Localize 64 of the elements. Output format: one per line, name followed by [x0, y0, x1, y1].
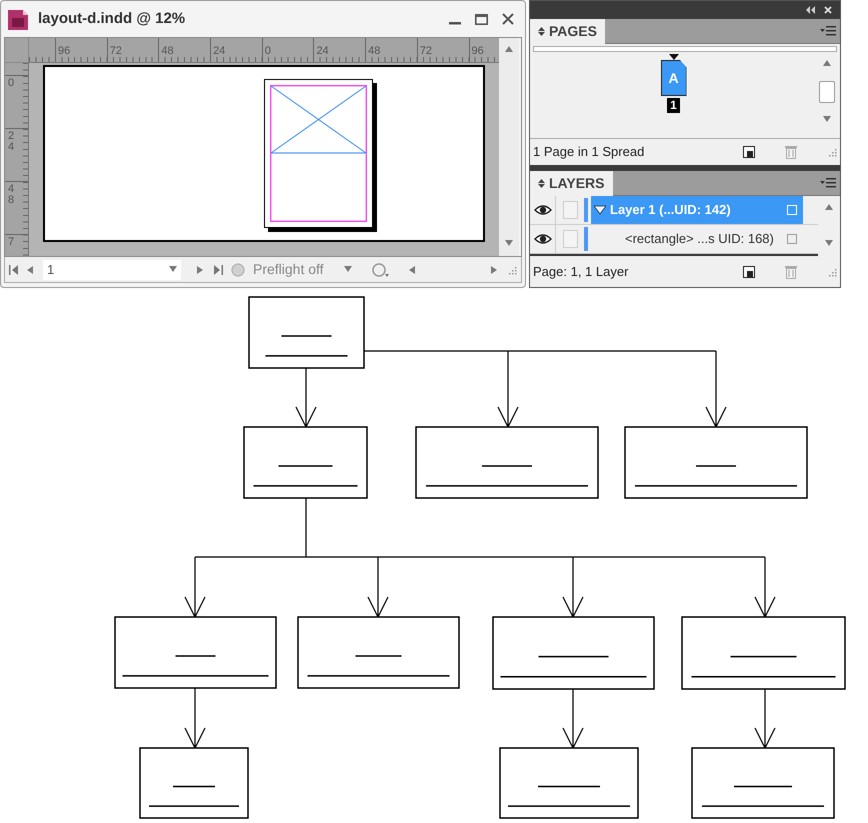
collapse-arrows-icon	[538, 27, 545, 36]
window-title: layout-d.indd @ 12%	[38, 8, 186, 29]
lock-toggle[interactable]	[562, 230, 578, 248]
pages-status: 1 Page in 1 Spread	[533, 143, 644, 162]
layer-color-strip	[584, 198, 588, 222]
next-page-icon[interactable]	[197, 266, 205, 274]
scroll-left-icon[interactable]	[409, 266, 417, 274]
layer-color-strip	[584, 227, 588, 251]
scroll-up-icon[interactable]	[823, 60, 831, 68]
ruler-label: 24	[316, 45, 329, 57]
close-icon[interactable]	[502, 13, 514, 25]
layers-status: Page: 1, 1 Layer	[533, 262, 628, 281]
ruler-label: 96	[58, 45, 70, 57]
first-page-icon[interactable]	[9, 264, 19, 274]
resize-grip-icon[interactable]	[827, 266, 837, 276]
maximize-icon[interactable]	[475, 14, 488, 24]
horizontal-scrollbar[interactable]	[409, 266, 499, 274]
previous-page-icon[interactable]	[27, 266, 35, 274]
scroll-thumb[interactable]	[819, 81, 835, 103]
dropdown-caret-icon[interactable]	[169, 266, 177, 274]
ruler-label: 72	[110, 45, 122, 57]
layer-name: Layer 1 (...UID: 142)	[610, 201, 731, 220]
panel-tab[interactable]: LAYERS	[530, 171, 613, 196]
panel-menu-icon[interactable]	[820, 26, 836, 36]
layer-name: <rectangle> ...s UID: 168)	[625, 230, 774, 248]
ruler-label: 24	[8, 129, 14, 153]
scroll-down-icon[interactable]	[505, 240, 513, 248]
new-page-icon[interactable]	[743, 266, 755, 278]
target-square-icon[interactable]	[787, 234, 797, 244]
ruler-label: 24	[213, 45, 226, 57]
ruler-label: 48	[368, 45, 380, 57]
lock-toggle[interactable]	[562, 201, 578, 219]
eye-icon[interactable]	[534, 233, 552, 245]
ruler-label: 0	[8, 76, 14, 89]
ruler-label: 72	[420, 45, 432, 57]
scroll-up-icon[interactable]	[505, 46, 513, 54]
preflight-status: Preflight off	[253, 260, 324, 279]
scroll-down-icon[interactable]	[825, 240, 833, 248]
ruler-label: 48	[161, 45, 174, 57]
page-number-label: 1	[667, 98, 680, 113]
ruler-label: 0	[264, 45, 271, 57]
eye-icon[interactable]	[534, 204, 552, 216]
trash-icon[interactable]	[785, 264, 797, 278]
collapse-dock-icon[interactable]	[806, 6, 816, 14]
page-number-field[interactable]: 1	[43, 260, 181, 280]
ruler-label: 96	[472, 45, 484, 57]
collapse-arrows-icon	[538, 179, 545, 188]
last-page-icon[interactable]	[213, 264, 223, 274]
scroll-up-icon[interactable]	[825, 204, 833, 212]
scroll-down-icon[interactable]	[823, 116, 831, 124]
resize-grip-icon[interactable]	[507, 264, 517, 274]
dropdown-caret-icon[interactable]	[344, 266, 352, 274]
ruler-label: 48	[8, 182, 14, 206]
trash-icon[interactable]	[785, 145, 797, 159]
status-circle-icon	[231, 262, 245, 276]
document-options-icon[interactable]	[372, 262, 390, 278]
expand-triangle-icon[interactable]	[594, 205, 606, 215]
panel-menu-icon[interactable]	[820, 178, 836, 188]
resize-grip-icon[interactable]	[827, 147, 837, 157]
scroll-right-icon[interactable]	[491, 266, 499, 274]
ruler-label: 7	[8, 235, 14, 248]
new-page-icon[interactable]	[743, 146, 755, 158]
panel-tab[interactable]: PAGES	[530, 19, 605, 44]
scrollbar[interactable]	[499, 38, 519, 256]
